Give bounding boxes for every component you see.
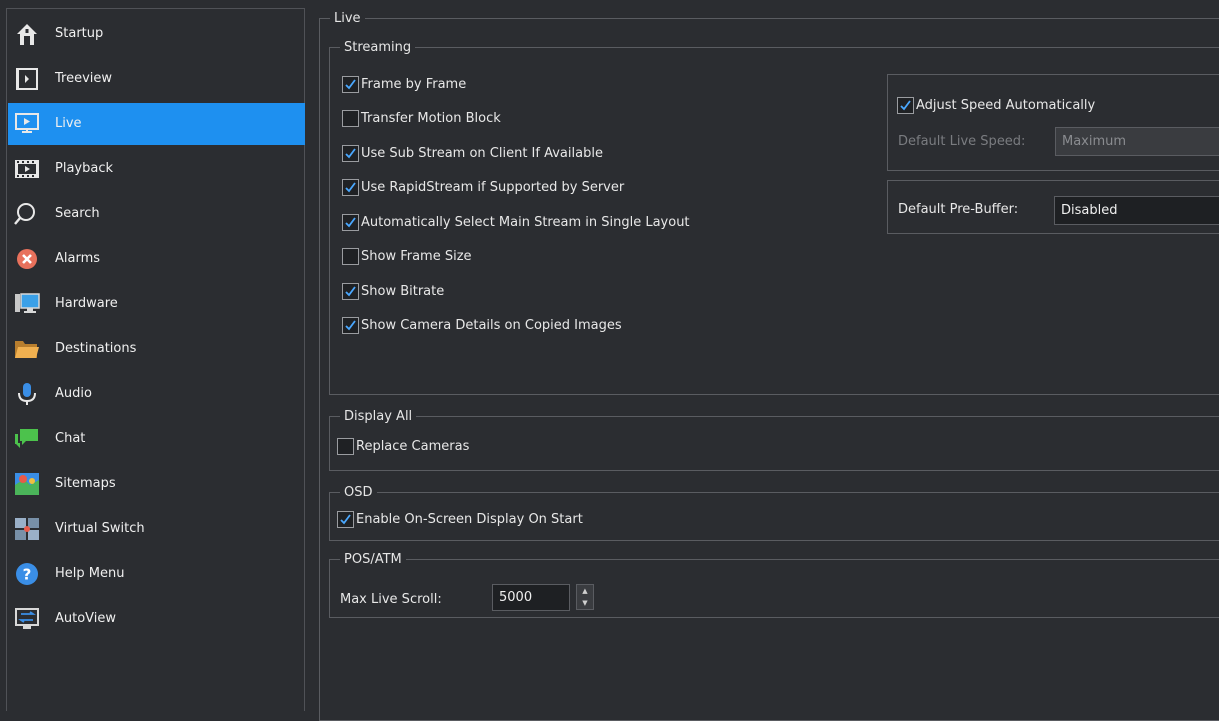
sidebar-item-label: Sitemaps xyxy=(55,476,116,491)
show-frame-size-checkbox[interactable]: Show Frame Size xyxy=(342,248,472,265)
checkbox-box[interactable] xyxy=(342,76,359,93)
virtual-switch-icon xyxy=(14,516,40,542)
sidebar-item-playback[interactable]: Playback xyxy=(8,148,305,190)
sidebar-item-sitemaps[interactable]: Sitemaps xyxy=(8,463,305,505)
frame-by-frame-checkbox[interactable]: Frame by Frame xyxy=(342,76,466,93)
checkbox-box[interactable] xyxy=(342,317,359,334)
checkbox-box[interactable] xyxy=(342,214,359,231)
settings-sidebar: Startup Treeview Live Playback Search Al… xyxy=(6,8,305,711)
checkbox-box[interactable] xyxy=(337,511,354,528)
alarm-x-icon xyxy=(14,246,40,272)
folder-icon xyxy=(14,336,40,362)
checkbox-box[interactable] xyxy=(342,248,359,265)
sidebar-item-label: Alarms xyxy=(55,251,101,266)
checkbox-label: Use RapidStream if Supported by Server xyxy=(361,180,625,195)
checkbox-label: Show Frame Size xyxy=(361,249,472,264)
checkbox-box[interactable] xyxy=(897,97,914,114)
use-sub-stream-checkbox[interactable]: Use Sub Stream on Client If Available xyxy=(342,145,603,162)
sidebar-item-destinations[interactable]: Destinations xyxy=(8,328,305,370)
sidebar-item-label: Chat xyxy=(55,431,86,446)
use-rapidstream-checkbox[interactable]: Use RapidStream if Supported by Server xyxy=(342,179,624,196)
sidebar-item-chat[interactable]: Chat xyxy=(8,418,305,460)
film-icon xyxy=(14,156,40,182)
home-icon xyxy=(14,21,40,47)
osd-group-title: OSD xyxy=(344,485,373,500)
map-icon xyxy=(14,471,40,497)
max-live-scroll-spinner[interactable]: ▲ ▼ xyxy=(576,584,594,610)
sidebar-item-help-menu[interactable]: ? Help Menu xyxy=(8,553,305,595)
streaming-group-title: Streaming xyxy=(344,40,412,55)
checkbox-label: Adjust Speed Automatically xyxy=(916,98,1096,113)
live-speed-box xyxy=(887,74,1219,171)
enable-osd-checkbox[interactable]: Enable On-Screen Display On Start xyxy=(337,511,583,528)
spin-down-icon[interactable]: ▼ xyxy=(577,597,593,609)
checkbox-label: Automatically Select Main Stream in Sing… xyxy=(361,215,690,230)
sidebar-item-label: Treeview xyxy=(55,71,113,86)
sidebar-item-label: Destinations xyxy=(55,341,137,356)
search-icon xyxy=(14,201,40,227)
checkbox-label: Transfer Motion Block xyxy=(361,111,501,126)
monitor-play-icon xyxy=(14,111,40,137)
sidebar-item-search[interactable]: Search xyxy=(8,193,305,235)
sidebar-item-autoview[interactable]: AutoView xyxy=(8,598,305,640)
spin-up-icon[interactable]: ▲ xyxy=(577,585,593,597)
replace-cameras-checkbox[interactable]: Replace Cameras xyxy=(337,438,469,455)
autoview-icon xyxy=(14,606,40,632)
pos-atm-group-title: POS/ATM xyxy=(344,552,402,567)
computer-icon xyxy=(14,291,40,317)
treeview-icon xyxy=(14,66,40,92)
sidebar-item-audio[interactable]: Audio xyxy=(8,373,305,415)
adjust-speed-checkbox[interactable]: Adjust Speed Automatically xyxy=(897,97,1095,114)
sidebar-item-label: Help Menu xyxy=(55,566,125,581)
sidebar-item-label: Hardware xyxy=(55,296,118,311)
default-pre-buffer-select[interactable]: Disabled xyxy=(1054,196,1219,225)
sidebar-item-label: Audio xyxy=(55,386,92,401)
sidebar-item-label: Live xyxy=(55,116,82,131)
checkbox-box[interactable] xyxy=(342,110,359,127)
default-pre-buffer-label: Default Pre-Buffer: xyxy=(898,202,1019,217)
checkbox-label: Show Camera Details on Copied Images xyxy=(361,318,622,333)
svg-text:?: ? xyxy=(23,566,32,584)
checkbox-box[interactable] xyxy=(342,179,359,196)
help-icon: ? xyxy=(14,561,40,587)
sidebar-item-label: Playback xyxy=(55,161,114,176)
sidebar-item-live[interactable]: Live xyxy=(8,103,305,145)
checkbox-label: Replace Cameras xyxy=(356,439,470,454)
settings-content: Live Streaming Frame by Frame Transfer M… xyxy=(317,0,1219,721)
sidebar-item-alarms[interactable]: Alarms xyxy=(8,238,305,280)
sidebar-item-label: Startup xyxy=(55,26,104,41)
pos-atm-group: POS/ATM xyxy=(329,552,1219,618)
max-live-scroll-input[interactable]: 5000 xyxy=(492,584,570,611)
sidebar-item-label: AutoView xyxy=(55,611,117,626)
auto-select-main-stream-checkbox[interactable]: Automatically Select Main Stream in Sing… xyxy=(342,214,690,231)
sidebar-item-label: Virtual Switch xyxy=(55,521,145,536)
default-live-speed-select[interactable]: Maximum xyxy=(1055,127,1219,156)
checkbox-box[interactable] xyxy=(337,438,354,455)
microphone-icon xyxy=(14,381,40,407)
max-live-scroll-label: Max Live Scroll: xyxy=(340,592,442,607)
transfer-motion-block-checkbox[interactable]: Transfer Motion Block xyxy=(342,110,501,127)
default-live-speed-label: Default Live Speed: xyxy=(898,134,1026,149)
live-group-title: Live xyxy=(334,11,361,26)
sidebar-item-virtual-switch[interactable]: Virtual Switch xyxy=(8,508,305,550)
sidebar-item-treeview[interactable]: Treeview xyxy=(8,58,305,100)
display-all-group-title: Display All xyxy=(344,409,413,424)
show-bitrate-checkbox[interactable]: Show Bitrate xyxy=(342,283,444,300)
checkbox-box[interactable] xyxy=(342,145,359,162)
checkbox-label: Enable On-Screen Display On Start xyxy=(356,512,583,527)
chat-icon xyxy=(14,426,40,452)
sidebar-item-startup[interactable]: Startup xyxy=(8,13,305,55)
checkbox-label: Use Sub Stream on Client If Available xyxy=(361,146,603,161)
sidebar-item-hardware[interactable]: Hardware xyxy=(8,283,305,325)
checkbox-box[interactable] xyxy=(342,283,359,300)
show-camera-details-checkbox[interactable]: Show Camera Details on Copied Images xyxy=(342,317,622,334)
checkbox-label: Frame by Frame xyxy=(361,77,467,92)
sidebar-item-label: Search xyxy=(55,206,100,221)
checkbox-label: Show Bitrate xyxy=(361,284,445,299)
